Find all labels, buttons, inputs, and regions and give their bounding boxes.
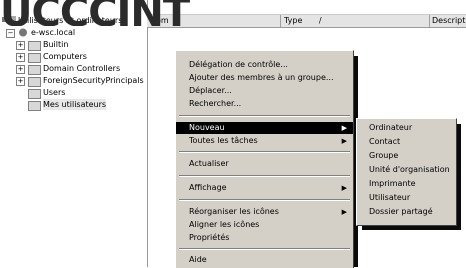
submenu-new: Ordinateur Contact Groupe Unité d'organi… — [356, 118, 457, 226]
submenu-item-label: Utilisateur — [369, 193, 411, 202]
column-header-description[interactable]: Description — [429, 15, 466, 27]
submenu-item-shared-folder[interactable]: Dossier partagé — [357, 206, 456, 218]
tree-item-label: Mes utilisateurs — [43, 99, 107, 110]
menu-item-arrange-icons[interactable]: Réorganiser les icônes ▶ — [176, 206, 353, 218]
submenu-item-label: Unité d'organisation — [369, 165, 450, 174]
menu-item-new[interactable]: Nouveau ▶ — [176, 122, 353, 134]
menu-item-label: Affichage — [189, 183, 227, 192]
menu-item-label: Rechercher... — [189, 99, 242, 108]
menu-item-refresh[interactable]: Actualiser — [176, 158, 353, 170]
submenu-item-user[interactable]: Utilisateur — [357, 192, 456, 204]
console-tree-pane[interactable]: Utilisateurs et ordinateurs − e-wsc.loca… — [0, 0, 148, 267]
menu-separator — [179, 115, 350, 117]
submenu-item-group[interactable]: Groupe — [357, 150, 456, 162]
column-label: Description — [432, 16, 466, 25]
menu-item-label: Actualiser — [189, 159, 229, 168]
submenu-item-ou[interactable]: Unité d'organisation — [357, 164, 456, 176]
submenu-item-computer[interactable]: Ordinateur — [357, 122, 456, 134]
folder-icon — [28, 53, 41, 63]
menu-item-find[interactable]: Rechercher... — [176, 98, 353, 110]
ou-folder-icon — [28, 101, 41, 111]
folder-icon — [28, 89, 41, 99]
submenu-item-label: Ordinateur — [369, 123, 413, 132]
submenu-item-label: Dossier partagé — [369, 207, 433, 216]
menu-separator — [179, 151, 350, 153]
submenu-arrow-icon: ▶ — [341, 208, 347, 216]
domain-icon — [19, 28, 27, 37]
menu-item-delegation[interactable]: Délégation de contrôle... — [176, 59, 353, 71]
menu-item-line-up-icons[interactable]: Aligner les icônes — [176, 219, 353, 231]
menu-item-label: Propriétés — [189, 233, 230, 242]
watermark-logo: UCCCINTY — [0, 0, 190, 26]
submenu-item-label: Imprimante — [369, 179, 416, 188]
ou-folder-icon — [28, 65, 41, 75]
menu-separator — [179, 199, 350, 201]
tree-item-label: Users — [43, 88, 66, 97]
tree-item-label: Builtin — [43, 40, 69, 49]
collapse-icon[interactable]: − — [6, 29, 15, 38]
menu-item-label: Toutes les tâches — [189, 136, 258, 145]
menu-item-label: Aide — [189, 255, 207, 264]
tree-item-label: Computers — [43, 52, 87, 61]
menu-item-label: Délégation de contrôle... — [189, 60, 288, 69]
menu-separator — [179, 248, 350, 250]
menu-item-help[interactable]: Aide — [176, 254, 353, 266]
menu-item-move[interactable]: Déplacer... — [176, 85, 353, 97]
menu-item-label: Aligner les icônes — [189, 220, 260, 229]
menu-item-label: Déplacer... — [189, 86, 232, 95]
expand-icon[interactable]: + — [16, 41, 25, 50]
menu-item-view[interactable]: Affichage ▶ — [176, 182, 353, 194]
expand-icon[interactable]: + — [16, 65, 25, 74]
menu-item-label: Ajouter des membres à un groupe... — [189, 73, 334, 82]
expand-icon[interactable]: + — [16, 53, 25, 62]
folder-icon — [28, 77, 41, 87]
submenu-arrow-icon: ▶ — [341, 124, 347, 132]
context-menu: Délégation de contrôle... Ajouter des me… — [175, 50, 354, 268]
tree-domain-label: e-wsc.local — [31, 28, 76, 37]
submenu-arrow-icon: ▶ — [341, 184, 347, 192]
submenu-item-contact[interactable]: Contact — [357, 136, 456, 148]
expand-icon[interactable]: + — [16, 77, 25, 86]
tree-item-label: Domain Controllers — [43, 64, 121, 73]
menu-item-label: Nouveau — [189, 123, 225, 132]
column-label: Type — [284, 16, 303, 25]
folder-icon — [28, 41, 41, 51]
submenu-arrow-icon: ▶ — [341, 137, 347, 145]
submenu-item-label: Groupe — [369, 151, 399, 160]
list-header: Nom Type / Description — [147, 14, 466, 28]
tree-item-label: ForeignSecurityPrincipals — [43, 76, 144, 85]
sort-indicator-icon: / — [318, 16, 322, 25]
menu-item-properties[interactable]: Propriétés — [176, 232, 353, 244]
menu-item-label: Réorganiser les icônes — [189, 207, 279, 216]
submenu-item-printer[interactable]: Imprimante — [357, 178, 456, 190]
menu-item-add-to-group[interactable]: Ajouter des membres à un groupe... — [176, 72, 353, 84]
menu-separator — [179, 175, 350, 177]
column-header-type[interactable]: Type / — [281, 15, 430, 27]
submenu-item-label: Contact — [369, 137, 401, 146]
menu-item-all-tasks[interactable]: Toutes les tâches ▶ — [176, 135, 353, 147]
